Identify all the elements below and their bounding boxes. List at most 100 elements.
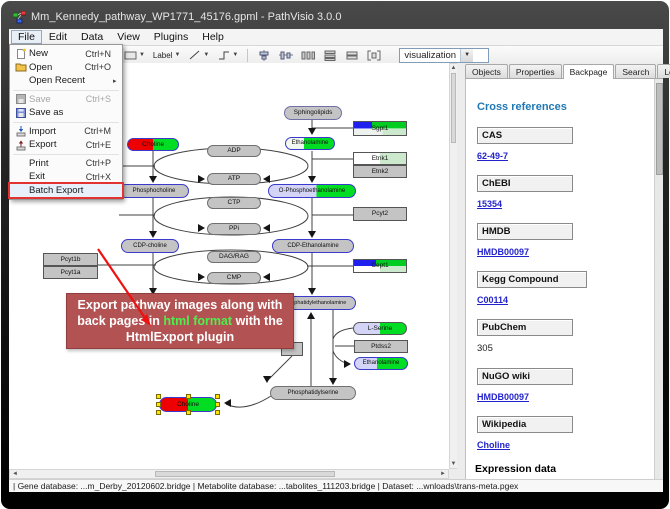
pathway-node-ppi[interactable]: PPi <box>207 223 261 235</box>
menu-item-label: Save <box>29 94 86 105</box>
pathway-node-phosphocholine[interactable]: Phosphocholine <box>119 184 189 198</box>
file-menu-item-print[interactable]: PrintCtrl+P <box>10 157 122 171</box>
chevron-down-icon[interactable]: ▼ <box>460 49 473 62</box>
elbow-tool-button[interactable]: ▼ <box>214 49 241 61</box>
selection-handle[interactable] <box>156 394 161 399</box>
chevron-down-icon[interactable]: ▼ <box>232 52 238 58</box>
scrollbar-thumb[interactable] <box>155 471 335 477</box>
backpage-link-chebi[interactable]: 15354 <box>477 199 502 209</box>
pathway-node-atp[interactable]: ATP <box>207 173 261 185</box>
backpage-link-wikipedia[interactable]: Choline <box>477 440 510 450</box>
selection-handle[interactable] <box>186 394 191 399</box>
file-menu-item-import[interactable]: ImportCtrl+M <box>10 125 122 139</box>
backpage-panel: Cross references CAS62-49-7ChEBI15354HMD… <box>465 79 656 479</box>
stack-horizontal-button[interactable] <box>342 49 362 62</box>
file-menu-item-save[interactable]: SaveCtrl+S <box>10 93 122 107</box>
pathway-node-choline[interactable]: Choline <box>127 138 179 151</box>
pathway-node-pcyt1a[interactable]: Pcyt1a <box>43 266 98 279</box>
screenshot: Mm_Kennedy_pathway_WP1771_45176.gpml - P… <box>0 0 670 509</box>
tab-backpage[interactable]: Backpage <box>563 64 615 79</box>
tab-objects[interactable]: Objects <box>465 64 508 78</box>
scroll-left-icon[interactable]: ◄ <box>10 470 20 479</box>
pathway-node-etnk2[interactable]: Etnk2 <box>353 165 407 178</box>
pathway-node-ethanolamine[interactable]: Ethanolamine <box>354 357 408 370</box>
selection-handle[interactable] <box>215 394 220 399</box>
chevron-down-icon[interactable]: ▼ <box>203 52 209 58</box>
align-horizontal-center-button[interactable] <box>276 49 296 62</box>
file-menu-item-open-recent[interactable]: Open Recent▸ <box>10 74 122 88</box>
file-menu-item-save-as[interactable]: Save as <box>10 106 122 120</box>
menu-plugins[interactable]: Plugins <box>147 30 195 44</box>
file-menu-item-batch-export[interactable]: Batch Export <box>10 184 122 198</box>
backpage-link-kegg-compound[interactable]: C00114 <box>477 295 508 305</box>
canvas-horizontal-scrollbar[interactable]: ◄ ► <box>9 469 449 479</box>
pathway-node-pcyt2[interactable]: Pcyt2 <box>353 207 407 221</box>
pathway-node-pcyt1b[interactable]: Pcyt1b <box>43 253 98 266</box>
pathway-node-cdp-choline[interactable]: CDP-choline <box>121 239 179 253</box>
file-menu-item-export[interactable]: ExportCtrl+E <box>10 138 122 152</box>
pathway-node-ctp[interactable]: CTP <box>207 197 261 209</box>
pathway-node-ptdss2[interactable]: Ptdss2 <box>354 340 408 353</box>
file-menu-item-open[interactable]: OpenCtrl+O <box>10 61 122 75</box>
pathway-node-dag-rag[interactable]: DAG/RAG <box>207 251 261 263</box>
stack-horizontal-icon <box>345 50 359 61</box>
backpage-sections: CAS62-49-7ChEBI15354HMDBHMDB00097Kegg Co… <box>466 127 656 450</box>
visualization-combobox[interactable]: visualization ▼ <box>399 48 489 63</box>
chevron-down-icon[interactable]: ▼ <box>139 52 145 58</box>
selection-handle[interactable] <box>215 402 220 407</box>
tab-properties[interactable]: Properties <box>509 64 562 78</box>
menu-help[interactable]: Help <box>195 30 231 44</box>
backpage-link-cas[interactable]: 62-49-7 <box>477 151 508 161</box>
stack-vertical-button[interactable] <box>364 49 384 62</box>
line-icon <box>188 50 201 60</box>
pathway-node-sphingolipids[interactable]: Sphingolipids <box>284 106 342 120</box>
label-tool-button[interactable]: Label ▼ <box>150 50 184 61</box>
scroll-down-icon[interactable]: ▼ <box>450 460 457 468</box>
backpage-link-nugo-wiki[interactable]: HMDB00097 <box>477 392 529 402</box>
backpage-link-hmdb[interactable]: HMDB00097 <box>477 247 529 257</box>
pathway-node-cdp-ethanolamine[interactable]: CDP-Ethanolamine <box>272 239 354 253</box>
backpage-value-row: 305 <box>477 343 656 354</box>
file-menu-item-exit[interactable]: ExitCtrl+X <box>10 170 122 184</box>
scrollbar-thumb[interactable] <box>451 73 456 143</box>
pathway-node-cmp[interactable]: CMP <box>207 272 261 284</box>
menu-data[interactable]: Data <box>74 30 110 44</box>
window-title: Mm_Kennedy_pathway_WP1771_45176.gpml - P… <box>31 11 341 23</box>
menu-edit[interactable]: Edit <box>42 30 74 44</box>
selection-handle[interactable] <box>156 410 161 415</box>
tab-search[interactable]: Search <box>615 64 656 78</box>
selection-handle[interactable] <box>186 410 191 415</box>
export-icon <box>13 139 29 151</box>
backpage-scrollbar[interactable] <box>654 79 663 479</box>
selection-handle[interactable] <box>156 402 161 407</box>
pathway-node-l-serine[interactable]: L-Serine <box>353 322 407 335</box>
backpage-section-pubchem: PubChem <box>477 319 573 336</box>
pathway-node-ethanolamine[interactable]: Ethanolamine <box>285 137 335 150</box>
menu-file[interactable]: File <box>11 30 42 44</box>
scroll-up-icon[interactable]: ▲ <box>450 64 457 72</box>
file-menu-item-new[interactable]: NewCtrl+N <box>10 47 122 61</box>
pathway-node-etnk1[interactable]: Etnk1 <box>353 152 407 165</box>
chevron-down-icon[interactable]: ▼ <box>174 52 180 58</box>
pathway-node-phosphatidylserine[interactable]: Phosphatidylserine <box>270 386 356 400</box>
scroll-right-icon[interactable]: ► <box>438 470 448 479</box>
title-bar[interactable]: Mm_Kennedy_pathway_WP1771_45176.gpml - P… <box>9 7 661 29</box>
menu-separator <box>13 90 119 91</box>
line-tool-button[interactable]: ▼ <box>185 49 212 61</box>
selection-handle[interactable] <box>215 410 220 415</box>
backpage-value-row: 15354 <box>477 199 656 209</box>
datanode-tool-button[interactable]: ▼ <box>121 49 148 61</box>
tab-legend[interactable]: Legend <box>657 64 670 78</box>
scrollbar-thumb[interactable] <box>656 83 663 175</box>
pathway-node-o-phosphoethanolamine[interactable]: O-Phosphoethanolamine <box>268 184 356 198</box>
pathway-node-cept1[interactable]: Cept1 <box>353 259 407 273</box>
distribute-horizontal-button[interactable] <box>298 49 318 62</box>
pathway-node-adp[interactable]: ADP <box>207 145 261 157</box>
align-vertical-center-button[interactable] <box>254 49 274 62</box>
distribute-vertical-button[interactable] <box>320 49 340 62</box>
menu-view[interactable]: View <box>110 30 147 44</box>
pathway-node-sgpl1[interactable]: Sgpl1 <box>353 121 407 136</box>
menu-icon-spacer <box>13 171 29 183</box>
backpage-value-row: HMDB00097 <box>477 247 656 257</box>
menu-separator <box>13 154 119 155</box>
